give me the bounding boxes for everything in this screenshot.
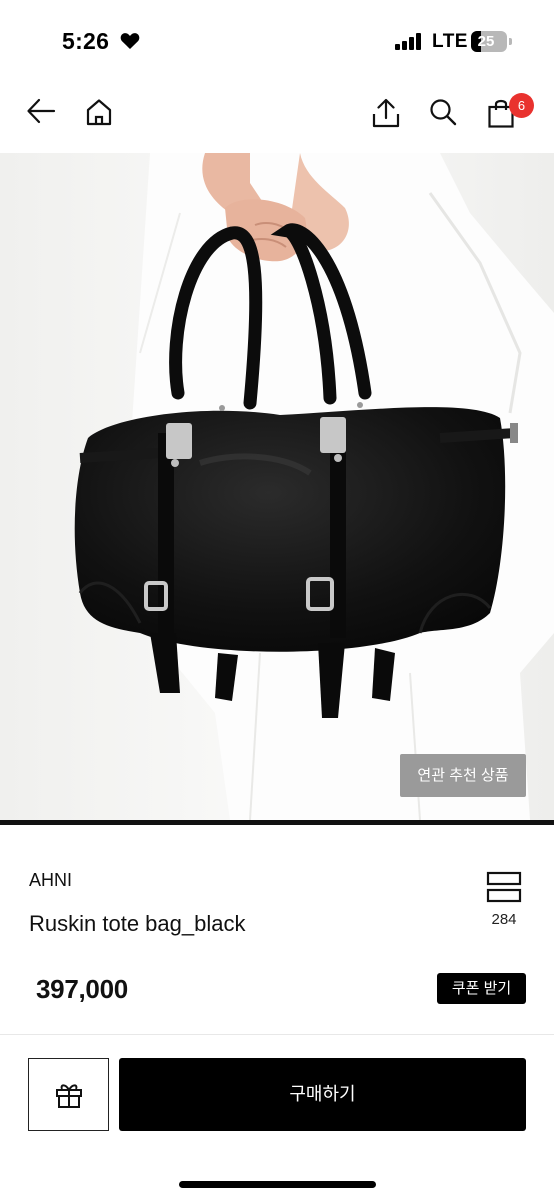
section-divider: [0, 1034, 554, 1035]
bookmark-stack-icon: [486, 871, 522, 903]
home-icon: [86, 99, 112, 126]
like-count: 284: [491, 911, 517, 928]
back-arrow-icon: [27, 98, 56, 124]
like-button[interactable]: [486, 871, 522, 903]
home-indicator[interactable]: [179, 1181, 376, 1188]
product-price: 397,000: [36, 974, 128, 1004]
network-label: LTE: [432, 31, 468, 52]
related-products-button[interactable]: 연관 추천 상품: [400, 754, 526, 797]
search-icon: [430, 99, 457, 126]
gift-button[interactable]: [28, 1058, 109, 1131]
share-button[interactable]: [372, 98, 400, 133]
product-image[interactable]: [0, 153, 554, 820]
gift-icon: [55, 1083, 82, 1108]
search-button[interactable]: [429, 98, 457, 131]
coupon-button[interactable]: 쿠폰 받기: [437, 973, 526, 1004]
home-button[interactable]: [85, 98, 113, 131]
battery-level: 25: [477, 33, 495, 50]
heart-icon: [120, 33, 140, 49]
status-time: 5:26: [62, 28, 110, 54]
status-bar: 5:26 LTE 25: [0, 0, 554, 80]
image-divider: [0, 820, 554, 825]
product-photo: [0, 153, 554, 820]
brand-name[interactable]: AHNI: [29, 870, 72, 891]
share-icon: [372, 98, 400, 128]
signal-icon: [395, 33, 421, 50]
buy-button[interactable]: 구매하기: [119, 1058, 526, 1131]
battery-icon: 25: [471, 31, 507, 52]
product-title: Ruskin tote bag_black: [29, 911, 246, 936]
back-button[interactable]: [26, 98, 56, 129]
cart-count-badge: 6: [509, 93, 534, 118]
